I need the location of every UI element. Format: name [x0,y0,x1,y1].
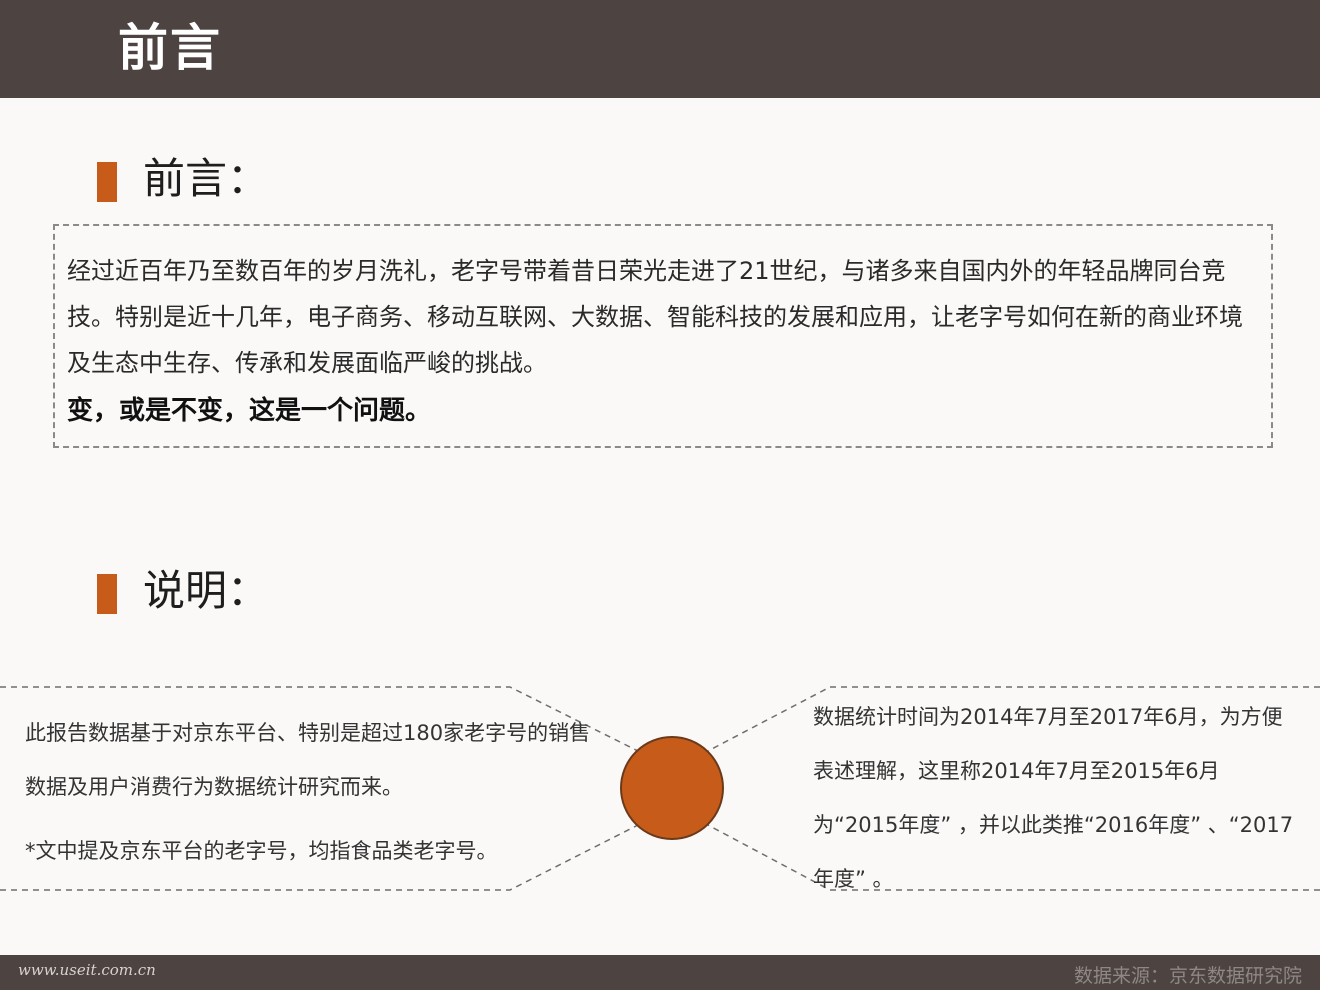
left-note: 此报告数据基于对京东平台、特别是超过180家老字号的销售数据及用户消费行为数据统… [25,706,605,878]
site-watermark: www.useit.com.cn [18,961,156,979]
right-note: 数据统计时间为2014年7月至2017年6月，为方便表述理解，这里称2014年7… [813,690,1303,906]
left-note-text: 此报告数据基于对京东平台、特别是超过180家老字号的销售数据及用户消费行为数据统… [25,721,591,799]
right-note-text: 数据统计时间为2014年7月至2017年6月，为方便表述理解，这里称2014年7… [813,705,1294,891]
center-circle [620,736,724,840]
data-source: 数据来源：京东数据研究院 [1073,965,1302,987]
footer-bar: www.useit.com.cn 数据来源：京东数据研究院 [0,955,1320,990]
left-footnote: *文中提及京东平台的老字号，均指食品类老字号。 [25,839,498,863]
